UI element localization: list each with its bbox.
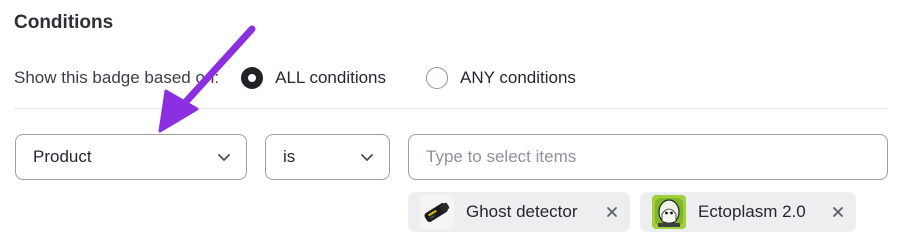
radio-unchecked-icon[interactable]	[426, 67, 448, 89]
chevron-down-icon	[361, 154, 373, 161]
items-search-input[interactable]	[408, 134, 888, 180]
section-title: Conditions	[14, 12, 114, 33]
radio-all-conditions-label: ALL conditions	[275, 68, 386, 87]
radio-any-conditions[interactable]: ANY conditions	[426, 67, 576, 89]
close-icon[interactable]	[604, 204, 620, 220]
radio-any-conditions-label: ANY conditions	[460, 68, 576, 87]
selected-item-label: Ghost detector	[466, 202, 578, 221]
condition-field-value: Product	[33, 147, 92, 166]
radio-all-conditions[interactable]: ALL conditions	[241, 67, 386, 89]
ectoplasm-thumbnail	[652, 195, 686, 229]
ghost-detector-thumbnail	[420, 195, 454, 229]
badge-basis-row: Show this badge based on: ALL conditions…	[14, 64, 576, 92]
condition-operator-value: is	[283, 147, 296, 166]
conditions-panel: Conditions Show this badge based on: ALL…	[0, 0, 900, 245]
divider	[14, 108, 888, 109]
selected-item-label: Ectoplasm 2.0	[698, 202, 806, 221]
condition-field-select[interactable]: Product	[15, 134, 247, 180]
condition-operator-select[interactable]: is	[265, 134, 390, 180]
chevron-down-icon	[218, 154, 230, 161]
badge-basis-label: Show this badge based on:	[14, 68, 220, 87]
selected-item-tag: Ghost detector	[408, 192, 630, 232]
selected-item-tag: Ectoplasm 2.0	[640, 192, 856, 232]
close-icon[interactable]	[830, 204, 846, 220]
radio-checked-icon[interactable]	[241, 67, 264, 89]
